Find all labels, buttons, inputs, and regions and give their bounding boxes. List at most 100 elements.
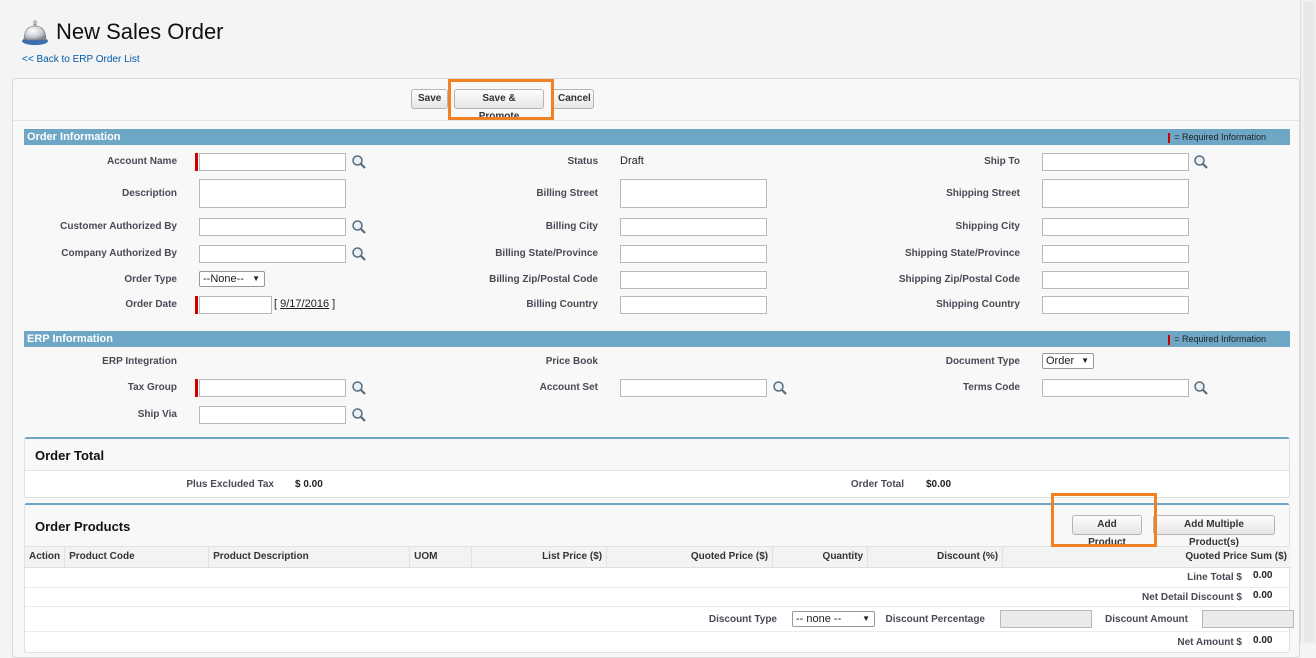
column-header: List Price ($) — [471, 547, 608, 568]
lookup-icon[interactable] — [351, 246, 367, 262]
discount-percentage-label: Discount Percentage — [885, 614, 985, 625]
order-information-header: Order Information = Required Information — [24, 129, 1290, 145]
service-bell-icon — [20, 17, 50, 47]
account-name-input[interactable] — [199, 153, 346, 171]
column-header: Quantity — [772, 547, 869, 568]
shipping-state-input[interactable] — [1042, 245, 1189, 263]
row-divider — [25, 587, 1291, 588]
shipping-city-input[interactable] — [1042, 218, 1189, 236]
cancel-button[interactable]: Cancel — [551, 89, 594, 109]
shipping-street-label: Shipping Street — [946, 188, 1020, 199]
billing-zip-input[interactable] — [620, 271, 767, 289]
add-product-highlight — [1051, 493, 1157, 547]
order-products-title: Order Products — [35, 519, 131, 534]
status-label: Status — [567, 156, 598, 167]
column-header: Action — [25, 547, 66, 568]
lookup-icon[interactable] — [351, 380, 367, 396]
billing-city-label: Billing City — [545, 221, 598, 232]
shipping-zip-input[interactable] — [1042, 271, 1189, 289]
column-header: Quoted Price ($) — [606, 547, 774, 568]
lookup-icon[interactable] — [1193, 154, 1209, 170]
net-amount-label: Net Amount $ — [1177, 637, 1242, 648]
shipping-country-input[interactable] — [1042, 296, 1189, 314]
order-total-header: Order Total — [25, 439, 1289, 471]
customer-authorized-by-label: Customer Authorized By — [60, 221, 177, 232]
save-button[interactable]: Save — [411, 89, 448, 109]
tax-group-input[interactable] — [199, 379, 346, 397]
billing-country-label: Billing Country — [526, 299, 598, 310]
button-bar: Save Save & Promote Cancel — [13, 79, 1299, 122]
document-type-value: Order — [1046, 355, 1075, 367]
order-date-input[interactable] — [199, 296, 272, 314]
order-total-title: Order Total — [35, 448, 105, 463]
account-set-label: Account Set — [539, 382, 598, 393]
dropdown-caret-icon: ▼ — [1081, 356, 1089, 365]
lookup-icon[interactable] — [772, 380, 788, 396]
order-total-value: $0.00 — [926, 479, 952, 490]
scrollbar-thumb[interactable] — [1304, 2, 1314, 642]
order-type-select[interactable]: --None-- ▼ — [199, 271, 265, 287]
erp-information-header: ERP Information = Required Information — [24, 331, 1290, 347]
line-total-value: 0.00 — [1253, 570, 1273, 581]
order-products-table: Action Product Code Product Description … — [25, 547, 1291, 568]
line-total-label: Line Total $ — [1187, 572, 1242, 583]
billing-street-textarea[interactable] — [620, 179, 767, 208]
section-title: Order Information — [27, 131, 121, 143]
billing-zip-label: Billing Zip/Postal Code — [489, 274, 598, 285]
lookup-icon[interactable] — [351, 154, 367, 170]
back-to-erp-order-list-link[interactable]: << Back to ERP Order List — [22, 54, 140, 65]
order-type-label: Order Type — [124, 274, 177, 285]
today-date-value[interactable]: 9/17/2016 — [280, 298, 329, 310]
description-textarea[interactable] — [199, 179, 346, 208]
discount-amount-input[interactable] — [1202, 610, 1294, 628]
discount-amount-label: Discount Amount — [1105, 614, 1188, 625]
discount-type-select[interactable]: -- none -- ▼ — [792, 611, 875, 627]
order-total-label: Order Total — [850, 479, 904, 490]
shipping-city-label: Shipping City — [955, 221, 1020, 232]
required-info-text: = Required Information — [1174, 132, 1266, 142]
column-header: Quoted Price Sum ($) — [1002, 547, 1291, 568]
required-marker — [1168, 132, 1171, 143]
ship-to-input[interactable] — [1042, 153, 1189, 171]
required-marker — [195, 153, 198, 171]
required-info-legend: = Required Information — [1168, 331, 1266, 347]
ship-to-label: Ship To — [984, 156, 1020, 167]
customer-authorized-by-input[interactable] — [199, 218, 346, 236]
billing-country-input[interactable] — [620, 296, 767, 314]
company-authorized-by-label: Company Authorized By — [61, 248, 177, 259]
shipping-street-textarea[interactable] — [1042, 179, 1189, 208]
section-title: ERP Information — [27, 333, 113, 345]
today-date-link[interactable]: [ 9/17/2016 ] — [274, 298, 335, 310]
lookup-icon[interactable] — [351, 219, 367, 235]
order-total-panel: Order Total Plus Excluded Tax $ 0.00 Ord… — [24, 437, 1290, 498]
column-header: UOM — [409, 547, 473, 568]
shipping-country-label: Shipping Country — [936, 299, 1020, 310]
add-multiple-products-button[interactable]: Add Multiple Product(s) — [1153, 515, 1275, 548]
discount-percentage-input[interactable] — [1000, 610, 1092, 628]
billing-state-input[interactable] — [620, 245, 767, 263]
required-info-text: = Required Information — [1174, 334, 1266, 344]
ship-via-input[interactable] — [199, 406, 346, 424]
document-type-select[interactable]: Order ▼ — [1042, 353, 1094, 369]
plus-excluded-tax-label: Plus Excluded Tax — [186, 479, 274, 490]
terms-code-input[interactable] — [1042, 379, 1189, 397]
required-marker — [1168, 334, 1171, 345]
required-info-legend: = Required Information — [1168, 129, 1266, 145]
shipping-zip-label: Shipping Zip/Postal Code — [898, 274, 1020, 285]
lookup-icon[interactable] — [351, 407, 367, 423]
net-detail-discount-label: Net Detail Discount $ — [1141, 592, 1242, 603]
save-promote-highlight — [448, 79, 554, 120]
column-header: Discount (%) — [867, 547, 1004, 568]
lookup-icon[interactable] — [1193, 380, 1209, 396]
billing-city-input[interactable] — [620, 218, 767, 236]
vertical-scrollbar[interactable] — [1300, 0, 1316, 644]
discount-type-value: -- none -- — [796, 613, 842, 625]
billing-state-label: Billing State/Province — [495, 248, 598, 259]
account-set-input[interactable] — [620, 379, 767, 397]
document-type-label: Document Type — [945, 356, 1020, 367]
row-divider — [25, 631, 1291, 632]
dropdown-caret-icon: ▼ — [862, 614, 870, 623]
dropdown-caret-icon: ▼ — [252, 274, 260, 283]
billing-street-label: Billing Street — [536, 188, 598, 199]
company-authorized-by-input[interactable] — [199, 245, 346, 263]
